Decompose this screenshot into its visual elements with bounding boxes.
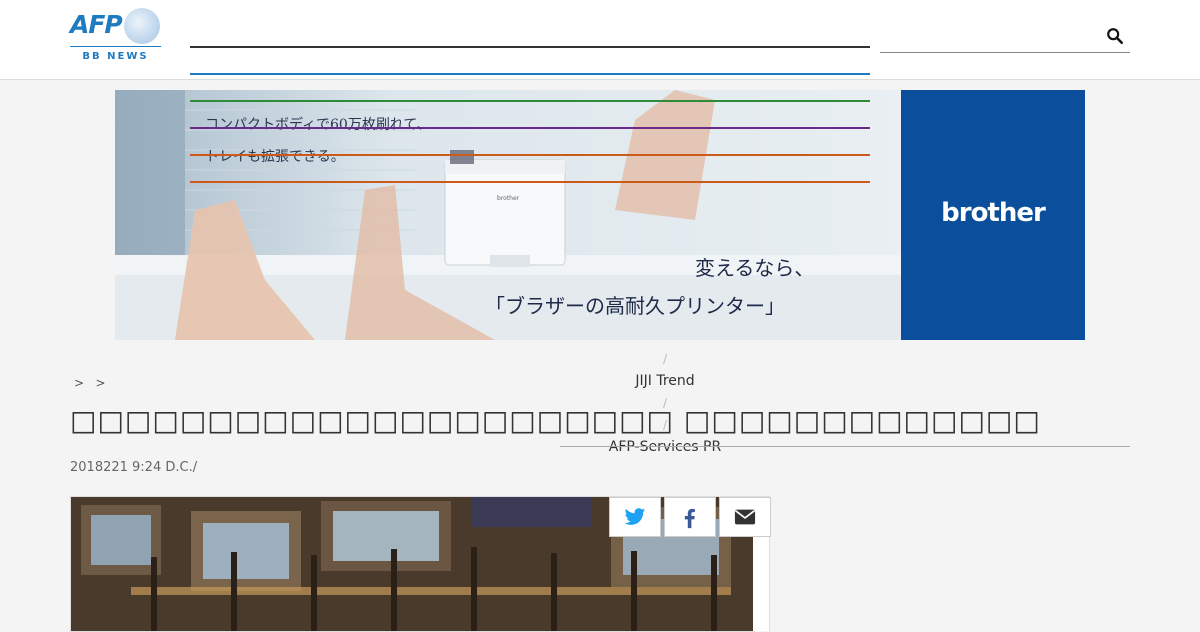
- site-header: AFP BB NEWS: [0, 0, 1200, 80]
- brother-logo-panel[interactable]: brother: [901, 90, 1085, 340]
- link-afp-services-pr[interactable]: AFP-Services PR: [560, 436, 770, 458]
- afpbb-logo[interactable]: AFP BB NEWS: [70, 8, 162, 64]
- logo-afp-text: AFP: [70, 10, 123, 39]
- nav-bar-dark[interactable]: [190, 46, 870, 48]
- search-icon[interactable]: [1106, 27, 1124, 45]
- share-facebook-button[interactable]: [664, 497, 716, 537]
- globe-icon: [124, 8, 160, 44]
- breadcrumb-separator: >: [95, 376, 106, 390]
- ad-copy-line-1: コンパクトボディで60万枚刷れて、: [205, 117, 431, 133]
- logo-divider: [70, 46, 161, 47]
- share-email-button[interactable]: [719, 497, 771, 537]
- breadcrumb-separator: >: [74, 376, 85, 390]
- breadcrumb: > >: [74, 376, 106, 390]
- facebook-icon: [684, 508, 695, 529]
- nav-line-orange-2[interactable]: [190, 181, 870, 183]
- search-input[interactable]: [880, 22, 1094, 52]
- ad-headline-1: 変えるなら、: [695, 256, 815, 280]
- share-twitter-button[interactable]: [609, 497, 661, 537]
- nav-bar-blue[interactable]: [190, 73, 870, 75]
- ad-copy-line-2: トレイも拡張できる。: [205, 149, 345, 165]
- search-field[interactable]: [880, 22, 1130, 53]
- article-title: □□□□□□□□□□□□□□□□□□□□□□ □□□□□□□□□□□□□: [70, 404, 1041, 437]
- nav-line-orange-1[interactable]: [190, 154, 870, 156]
- nav-line-green[interactable]: [190, 100, 870, 102]
- link-jiji-trend[interactable]: JIJI Trend: [560, 370, 770, 392]
- brother-logo: brother: [941, 198, 1046, 228]
- article-dateline: 2018221 9:24 D.C./: [70, 460, 198, 475]
- nav-separator: /: [662, 352, 668, 366]
- service-links: / JIJI Trend / / AFP-Services PR: [560, 348, 770, 458]
- logo-subtitle: BB NEWS: [82, 51, 149, 62]
- section-divider: [560, 446, 1130, 447]
- ad-headline-2: 「ブラザーの高耐久プリンター」: [485, 294, 785, 318]
- nav-line-purple[interactable]: [190, 127, 870, 129]
- printer-brand-label: brother: [497, 195, 520, 202]
- email-icon: [734, 509, 756, 525]
- twitter-icon: [624, 508, 646, 525]
